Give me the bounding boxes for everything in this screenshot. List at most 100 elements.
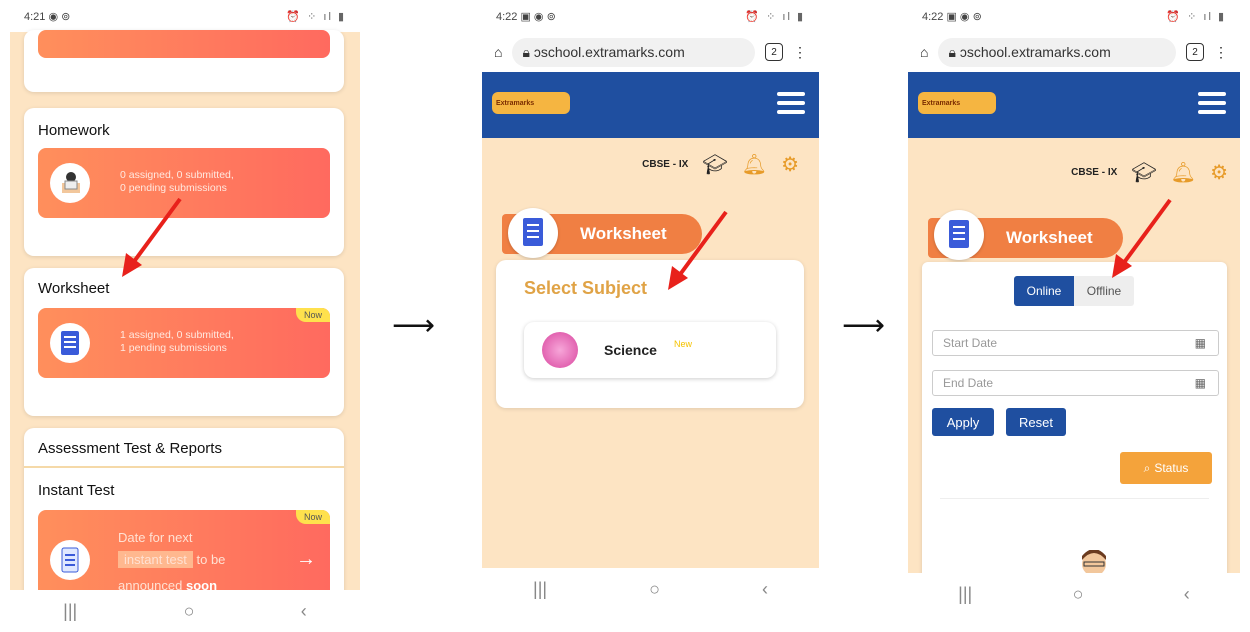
extramarks-logo[interactable]: Extramarks: [492, 92, 570, 114]
status-right-icons: ⏰ ⁘ ıl ▮: [1166, 10, 1226, 23]
card-previous-banner[interactable]: [38, 30, 330, 58]
worksheet-heading-clipboard-icon: [934, 210, 984, 260]
class-label[interactable]: CBSE - IX: [642, 159, 688, 170]
status-time: 4:22: [496, 10, 518, 23]
status-right-icons: ⏰ ⁘ ıl ▮: [286, 10, 346, 23]
bell-icon[interactable]: 🔔︎: [742, 152, 767, 177]
end-date-placeholder: End Date: [943, 376, 994, 390]
homework-title: Homework: [38, 122, 110, 139]
extramarks-logo[interactable]: Extramarks: [918, 92, 996, 114]
subject-science-card[interactable]: Science New: [524, 322, 776, 378]
home-icon[interactable]: ○: [184, 601, 195, 622]
red-pointer-arrow-2: [668, 210, 728, 290]
lock-icon: 🔒︎: [522, 43, 530, 60]
settings-gear-icon[interactable]: ⚙: [1210, 160, 1228, 185]
browser-url-bar: ⌂ 🔒︎ ɔschool.extramarks.com 2 ⋮: [908, 32, 1240, 72]
calendar-icon[interactable]: ▦: [1195, 336, 1206, 350]
android-navbar: ||| ○ ‹: [908, 573, 1240, 615]
instant-highlight: instant test: [118, 551, 193, 568]
graduation-cap-icon[interactable]: 🎓︎: [1131, 160, 1156, 185]
top-icon-row: CBSE - IX 🎓︎ 🔔︎ ⚙: [642, 152, 799, 177]
divider: [940, 498, 1209, 499]
worksheet-banner[interactable]: Now 1 assigned, 0 submitted, 1 pending s…: [38, 308, 330, 378]
homework-text-2: 0 pending submissions: [120, 182, 227, 194]
browser-menu-icon[interactable]: ⋮: [1214, 44, 1228, 61]
status-bar: 4:22 ▣ ◉ ⊚ ⏰ ⁘ ıl ▮: [908, 0, 1240, 32]
recents-icon[interactable]: |||: [533, 579, 547, 600]
instant-test-title: Instant Test: [38, 482, 115, 499]
end-date-field[interactable]: End Date ▦: [932, 370, 1219, 396]
reset-button[interactable]: Reset: [1006, 408, 1066, 436]
browser-home-icon[interactable]: ⌂: [494, 44, 502, 60]
instant-now-badge: Now: [295, 510, 330, 524]
red-pointer-arrow-1: [122, 197, 182, 277]
app-header: Extramarks: [482, 72, 819, 138]
science-label: Science: [604, 342, 657, 358]
red-pointer-arrow-3: [1112, 198, 1172, 278]
phone-screen-worksheet-select: 4:22 ▣ ◉ ⊚ ⏰ ⁘ ıl ▮ ⌂ 🔒︎ ɔschool.extrama…: [482, 0, 819, 610]
url-text: ɔschool.extramarks.com: [959, 43, 1111, 60]
apply-button[interactable]: Apply: [932, 408, 994, 436]
android-navbar: ||| ○ ‹: [10, 590, 360, 632]
status-icons: ▣ ◉ ⊚: [520, 10, 556, 23]
flow-arrow-2: ⟶: [842, 309, 886, 342]
search-status-icon: ⌕: [1143, 460, 1151, 475]
start-date-placeholder: Start Date: [943, 336, 998, 350]
hamburger-menu-icon[interactable]: [777, 92, 805, 119]
assessment-card: Assessment Test & Reports Instant Test N…: [24, 428, 344, 610]
browser-menu-icon[interactable]: ⋮: [793, 44, 807, 61]
worksheet-text-1: 1 assigned, 0 submitted,: [120, 329, 234, 341]
assessment-title[interactable]: Assessment Test & Reports: [38, 440, 222, 457]
worksheet-heading-clipboard-icon: [508, 208, 558, 258]
worksheet-filter-card: Online Offline Start Date ▦ End Date ▦ A…: [922, 262, 1227, 582]
science-new-badge: New: [674, 339, 693, 349]
instant-arrow-icon[interactable]: →: [296, 548, 316, 571]
science-icon: [542, 332, 578, 368]
browser-home-icon[interactable]: ⌂: [920, 44, 928, 60]
assessment-divider: [24, 466, 344, 468]
recents-icon[interactable]: |||: [958, 584, 972, 605]
calendar-icon[interactable]: ▦: [1195, 376, 1206, 390]
back-icon[interactable]: ‹: [1184, 584, 1190, 605]
worksheet-card: Worksheet Now 1 assigned, 0 submitted, 1…: [24, 268, 344, 416]
top-icon-row: CBSE - IX 🎓︎ 🔔︎ ⚙: [1071, 160, 1228, 185]
start-date-field[interactable]: Start Date ▦: [932, 330, 1219, 356]
worksheet-title: Worksheet: [38, 280, 110, 297]
worksheet-now-badge: Now: [295, 308, 330, 322]
app-header: Extramarks: [908, 72, 1240, 138]
back-icon[interactable]: ‹: [301, 601, 307, 622]
graduation-cap-icon[interactable]: 🎓︎: [702, 152, 727, 177]
tab-count-button[interactable]: 2: [765, 43, 783, 61]
instant-line-1: Date for next: [118, 530, 193, 545]
instant-line-2b: to be: [196, 552, 226, 567]
url-field[interactable]: 🔒︎ ɔschool.extramarks.com: [938, 37, 1176, 67]
homework-text-1: 0 assigned, 0 submitted,: [120, 169, 234, 181]
instant-test-clipboard-icon: [50, 540, 90, 580]
worksheet-clipboard-icon: [50, 323, 90, 363]
settings-gear-icon[interactable]: ⚙: [781, 152, 799, 177]
flow-arrow-1: ⟶: [392, 309, 436, 342]
status-bar: 4:22 ▣ ◉ ⊚ ⏰ ⁘ ıl ▮: [482, 0, 819, 32]
phone-screen-worksheet-filter: 4:22 ▣ ◉ ⊚ ⏰ ⁘ ıl ▮ ⌂ 🔒︎ ɔschool.extrama…: [908, 0, 1240, 615]
home-icon[interactable]: ○: [649, 579, 660, 600]
status-button[interactable]: ⌕ Status: [1120, 452, 1212, 484]
bell-icon[interactable]: 🔔︎: [1171, 160, 1196, 185]
status-bar: 4:21 ◉ ⊚ ⏰ ⁘ ıl ▮: [10, 0, 360, 32]
status-icons: ▣ ◉ ⊚: [946, 10, 982, 23]
home-icon[interactable]: ○: [1073, 584, 1084, 605]
recents-icon[interactable]: |||: [63, 601, 77, 622]
online-toggle[interactable]: Online: [1014, 276, 1074, 306]
card-previous: [24, 30, 344, 92]
android-navbar: ||| ○ ‹: [482, 568, 819, 610]
select-subject-title: Select Subject: [524, 278, 648, 298]
phone-screen-dashboard: 4:21 ◉ ⊚ ⏰ ⁘ ıl ▮ Homework 0 assigned, 0…: [10, 0, 360, 632]
homework-illustration-icon: [50, 163, 90, 203]
url-field[interactable]: 🔒︎ ɔschool.extramarks.com: [512, 37, 755, 67]
browser-url-bar: ⌂ 🔒︎ ɔschool.extramarks.com 2 ⋮: [482, 32, 819, 72]
tab-count-button[interactable]: 2: [1186, 43, 1204, 61]
class-label[interactable]: CBSE - IX: [1071, 167, 1117, 178]
back-icon[interactable]: ‹: [762, 579, 768, 600]
worksheet-text-2: 1 pending submissions: [120, 342, 227, 354]
instant-line-2: instant test to be: [118, 551, 226, 568]
hamburger-menu-icon[interactable]: [1198, 92, 1226, 119]
